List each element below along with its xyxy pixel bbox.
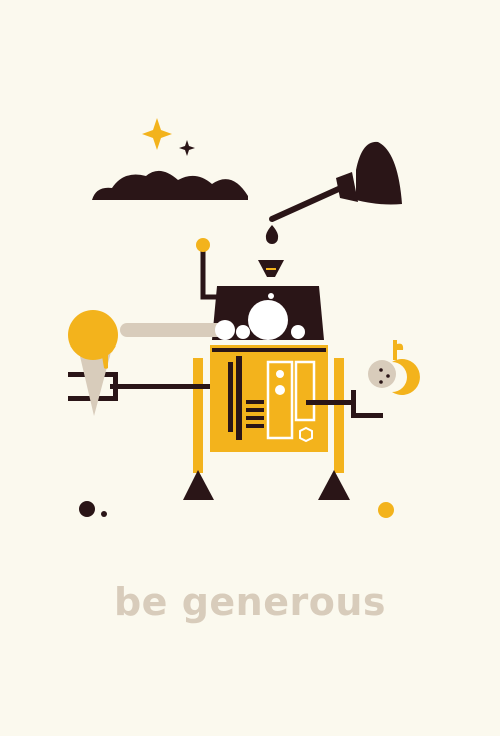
cloud-icon <box>92 170 248 200</box>
decorative-dots <box>79 501 394 518</box>
robot-funnel <box>258 260 284 277</box>
robot-antenna <box>196 238 218 300</box>
beige-arm <box>120 320 235 340</box>
robot-left-leg <box>183 358 214 500</box>
small-sparkle-icon <box>179 140 195 156</box>
caption-text: be generous <box>113 580 387 624</box>
sparkle-icon <box>142 118 172 150</box>
robot-body <box>210 345 328 452</box>
poster-illustration <box>68 118 420 518</box>
apple-icon <box>368 340 420 395</box>
plunger-icon <box>269 141 402 222</box>
oil-drop-icon <box>265 225 279 244</box>
